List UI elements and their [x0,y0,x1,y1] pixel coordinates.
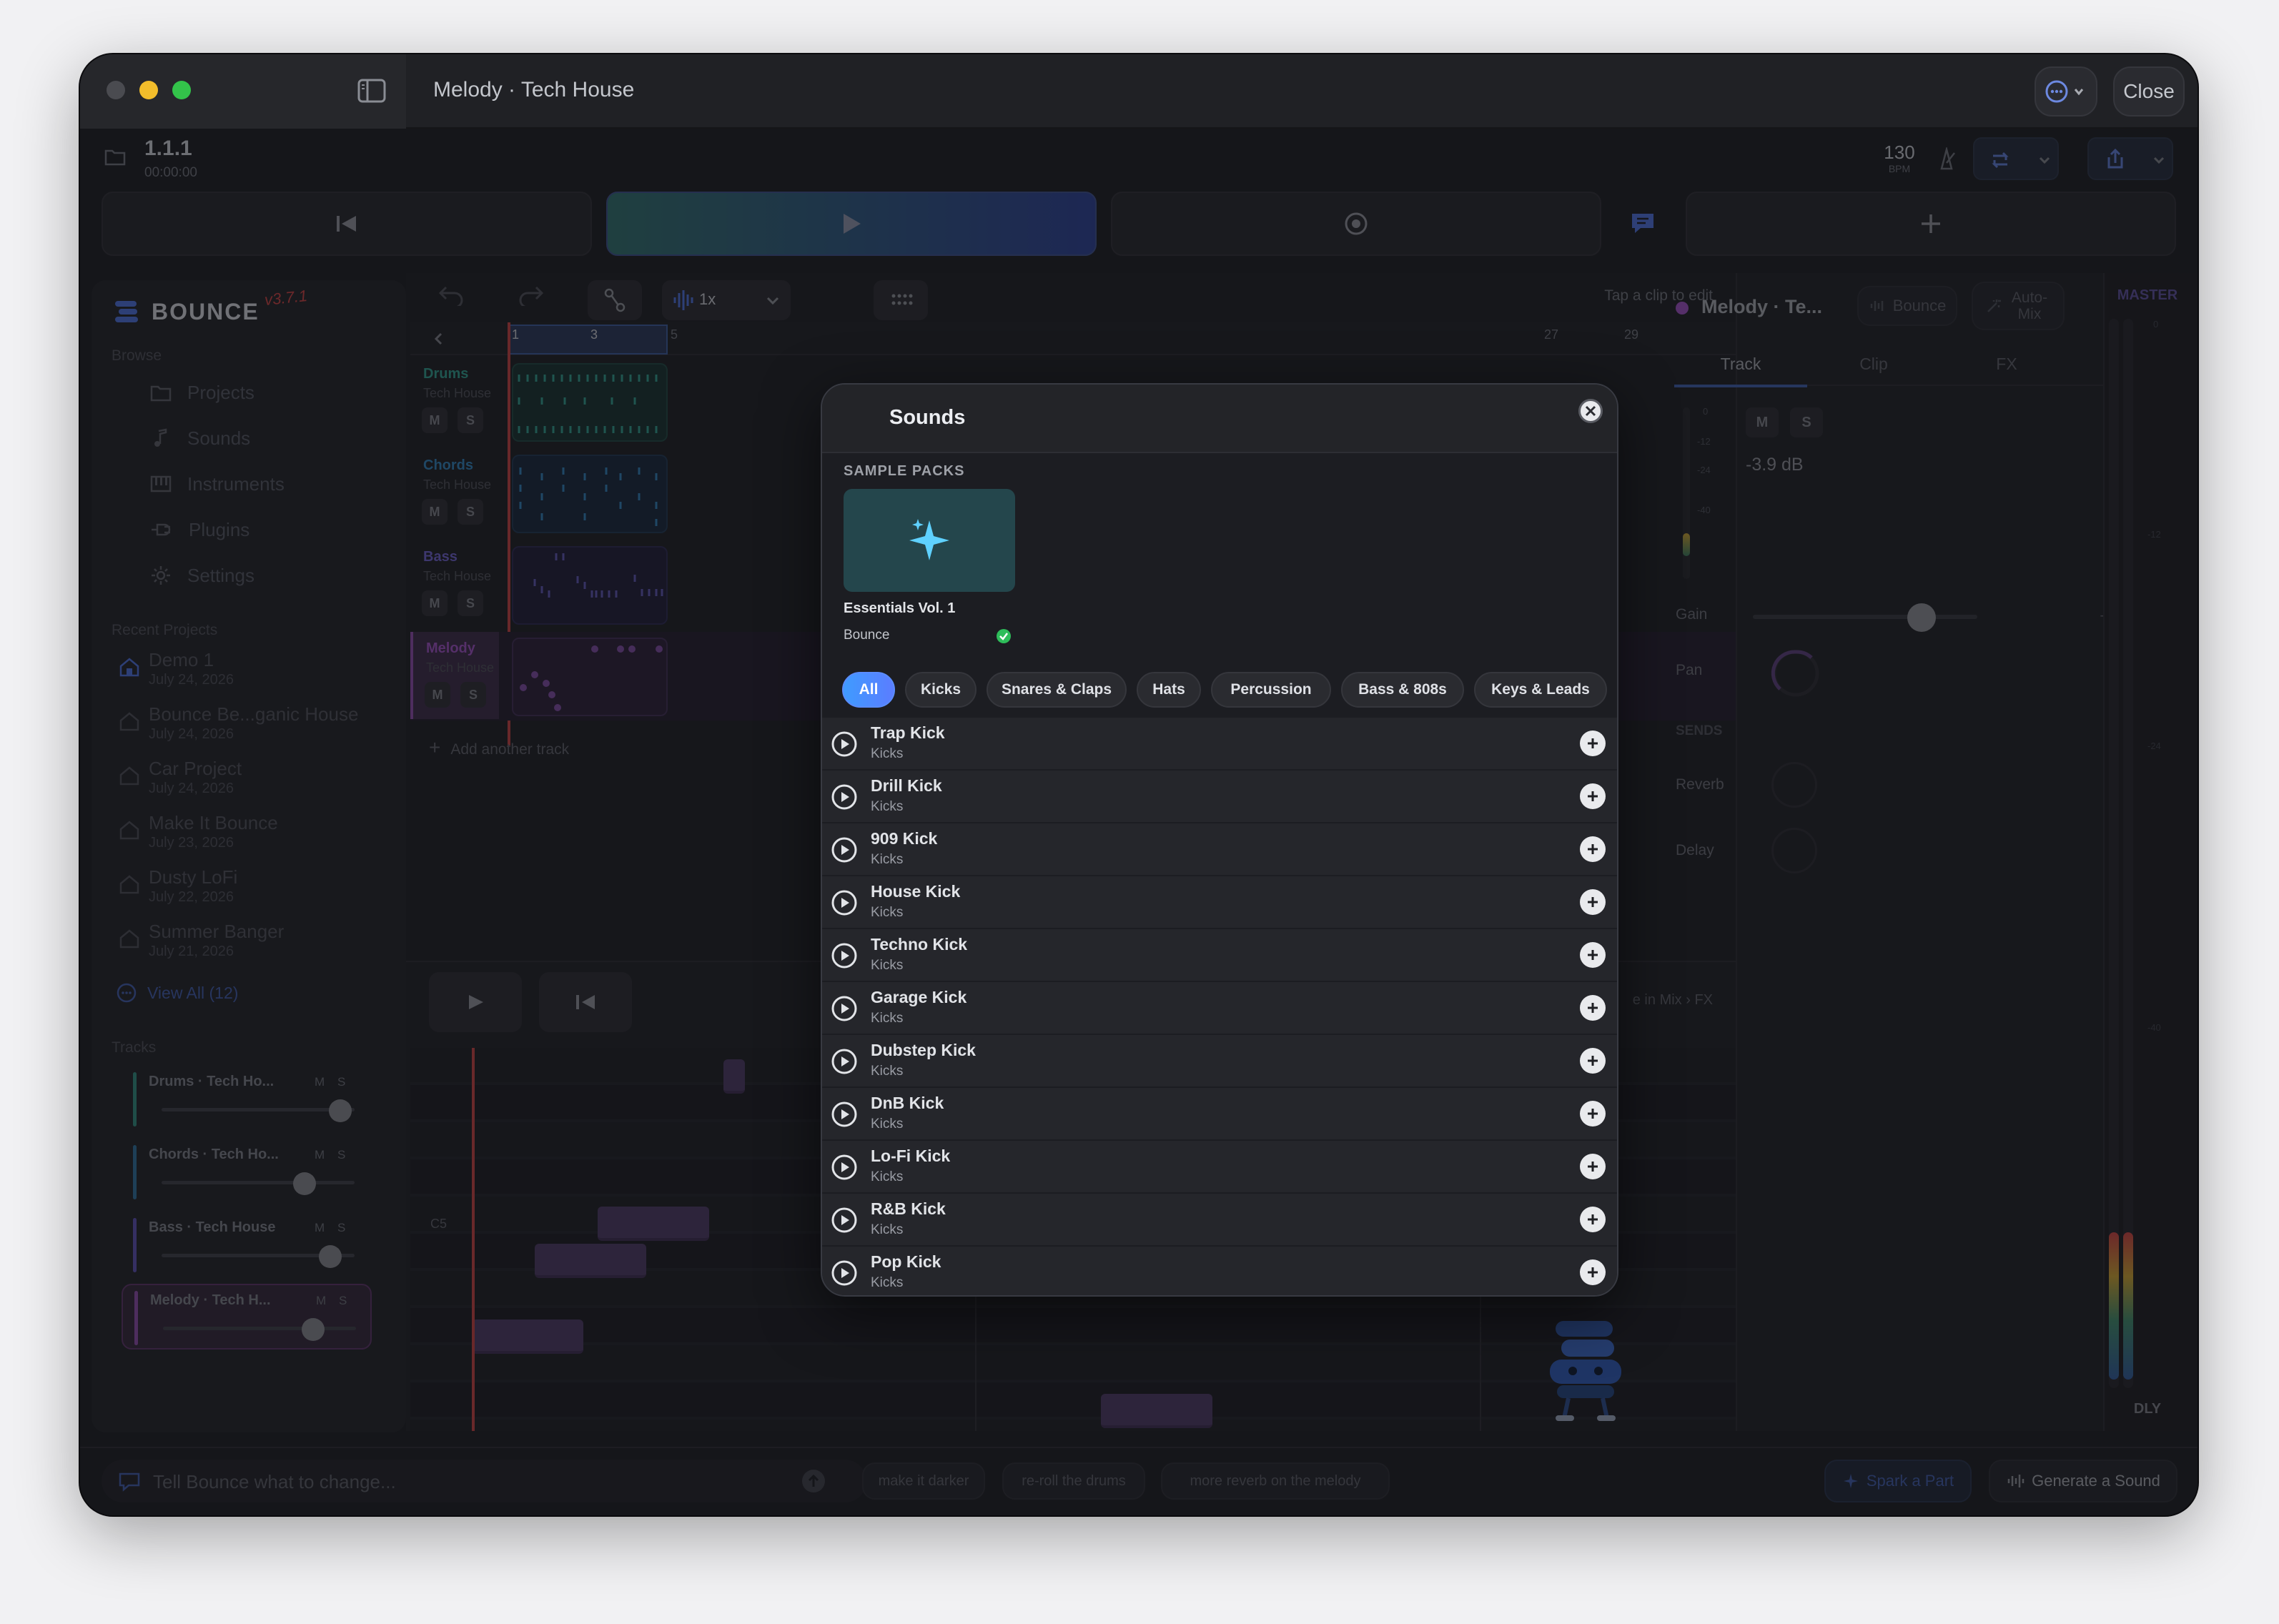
sound-category: Kicks [871,852,904,867]
window-title: Melody · Tech House [433,78,635,102]
sound-name: House Kick [871,882,961,901]
play-circle-icon[interactable] [831,731,858,758]
sound-name: Trap Kick [871,723,945,742]
plus-icon [1588,1214,1598,1224]
sound-name: DnB Kick [871,1094,944,1112]
close-window-button[interactable] [107,81,125,99]
sound-row[interactable]: Dubstep Kick Kicks [822,1035,1617,1088]
add-sound-button[interactable] [1580,1048,1606,1074]
filter-percussion[interactable]: Percussion [1211,672,1331,708]
sound-row[interactable]: Pop Kick Kicks [822,1247,1617,1295]
plus-icon [1588,1003,1598,1013]
plus-icon [1588,950,1598,960]
filter-bass-808s[interactable]: Bass & 808s [1341,672,1464,708]
play-circle-icon[interactable] [831,1154,858,1181]
add-sound-button[interactable] [1580,783,1606,809]
add-sound-button[interactable] [1580,1207,1606,1232]
sound-category: Kicks [871,905,904,920]
sound-name: Drill Kick [871,776,942,795]
sparkles-icon [909,519,949,560]
sound-name: Dubstep Kick [871,1041,976,1059]
add-sound-button[interactable] [1580,942,1606,968]
sound-name: Techno Kick [871,935,968,954]
play-circle-icon[interactable] [831,995,858,1022]
play-circle-icon[interactable] [831,783,858,811]
filter-all[interactable]: All [842,672,895,708]
modal-close-button[interactable] [1578,399,1603,423]
close-icon [1585,405,1596,417]
add-sound-button[interactable] [1580,889,1606,915]
sound-name: R&B Kick [871,1199,946,1218]
add-sound-button[interactable] [1580,1101,1606,1127]
plus-icon [1588,738,1598,748]
more-menu-button[interactable] [2035,66,2097,117]
sample-pack-name: Essentials Vol. 1 [844,600,956,616]
play-circle-icon[interactable] [831,1048,858,1075]
sample-packs-header: SAMPLE PACKS [844,463,965,479]
play-circle-icon[interactable] [831,1259,858,1287]
play-circle-icon[interactable] [831,942,858,969]
add-sound-button[interactable] [1580,731,1606,756]
plus-icon [1588,1056,1598,1066]
sound-category: Kicks [871,1275,904,1290]
sound-row[interactable]: R&B Kick Kicks [822,1194,1617,1247]
sound-row[interactable]: Trap Kick Kicks [822,718,1617,771]
filter-keys-leads[interactable]: Keys & Leads [1474,672,1607,708]
minimize-window-button[interactable] [139,81,158,99]
add-sound-button[interactable] [1580,1154,1606,1179]
zoom-window-button[interactable] [172,81,191,99]
play-circle-icon[interactable] [831,836,858,863]
filter-hats[interactable]: Hats [1137,672,1201,708]
sound-name: Garage Kick [871,988,967,1006]
sound-row[interactable]: Drill Kick Kicks [822,771,1617,823]
sound-row[interactable]: House Kick Kicks [822,876,1617,929]
installed-check-icon [997,629,1011,643]
sounds-modal: Sounds SAMPLE PACKS Essentials Vol. 1 Bo… [821,383,1618,1297]
sidebar-toggle-icon[interactable] [357,79,386,107]
ellipsis-circle-icon [2045,80,2084,103]
sound-category: Kicks [871,1116,904,1132]
play-circle-icon[interactable] [831,1207,858,1234]
sound-category: Kicks [871,1169,904,1184]
plus-icon [1588,1267,1598,1277]
sound-row[interactable]: Garage Kick Kicks [822,982,1617,1035]
add-sound-button[interactable] [1580,995,1606,1021]
sound-category: Kicks [871,958,904,973]
play-circle-icon[interactable] [831,1101,858,1128]
close-button[interactable]: Close [2113,66,2185,117]
plus-icon [1588,1109,1598,1119]
plus-icon [1588,791,1598,801]
plus-icon [1588,844,1598,854]
sound-row[interactable]: 909 Kick Kicks [822,823,1617,876]
sample-pack-author: Bounce [844,628,890,643]
sound-row[interactable]: DnB Kick Kicks [822,1088,1617,1141]
play-circle-icon[interactable] [831,889,858,916]
sound-name: Pop Kick [871,1252,941,1271]
modal-title: Sounds [889,406,966,429]
plus-icon [1588,897,1598,907]
filter-kicks[interactable]: Kicks [905,672,977,708]
sound-category: Kicks [871,746,904,761]
sound-category: Kicks [871,1222,904,1237]
filter-snares-claps[interactable]: Snares & Claps [987,672,1127,708]
plus-icon [1588,1162,1598,1172]
sound-name: Lo-Fi Kick [871,1147,951,1165]
app-window: Melody · Tech House Close 1.1.1 00:00:00… [80,54,2198,1515]
sound-row[interactable]: Lo-Fi Kick Kicks [822,1141,1617,1194]
sound-category: Kicks [871,1064,904,1079]
sound-category: Kicks [871,1011,904,1026]
sample-pack-card[interactable] [844,489,1015,592]
add-sound-button[interactable] [1580,836,1606,862]
sound-name: 909 Kick [871,829,938,848]
sound-list: Trap Kick Kicks Drill Kick Kicks 909 Kic… [822,718,1617,1295]
sound-row[interactable]: Techno Kick Kicks [822,929,1617,982]
sound-category: Kicks [871,799,904,814]
add-sound-button[interactable] [1580,1259,1606,1285]
